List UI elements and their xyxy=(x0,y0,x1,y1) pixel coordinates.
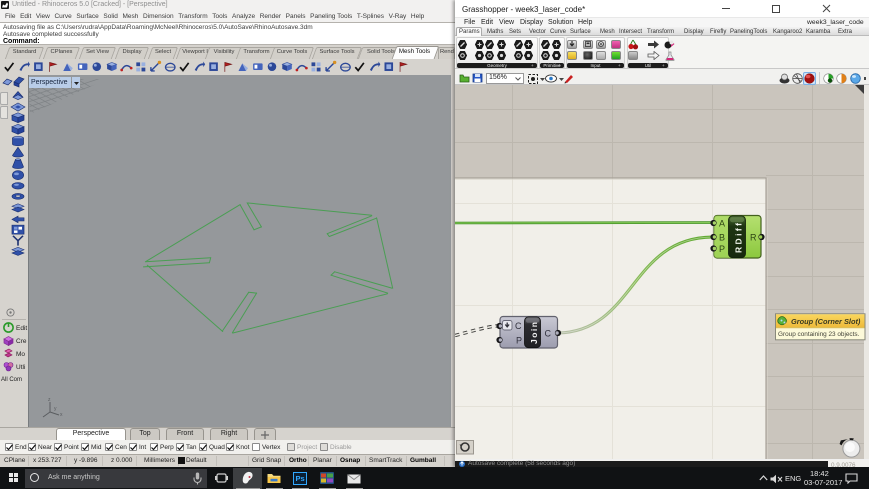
svg-text:B: B xyxy=(719,233,725,243)
svg-text:C: C xyxy=(515,321,522,331)
svg-text:A: A xyxy=(719,219,725,229)
svg-text:Group containing 23 objects.: Group containing 23 objects. xyxy=(778,331,860,338)
svg-text:C: C xyxy=(545,329,552,339)
svg-text:Join: Join xyxy=(529,322,539,344)
svg-text:Group (Corner Slot): Group (Corner Slot) xyxy=(791,317,861,326)
svg-text:R: R xyxy=(750,233,757,243)
svg-text:P: P xyxy=(516,336,522,346)
svg-text:P: P xyxy=(719,244,725,254)
